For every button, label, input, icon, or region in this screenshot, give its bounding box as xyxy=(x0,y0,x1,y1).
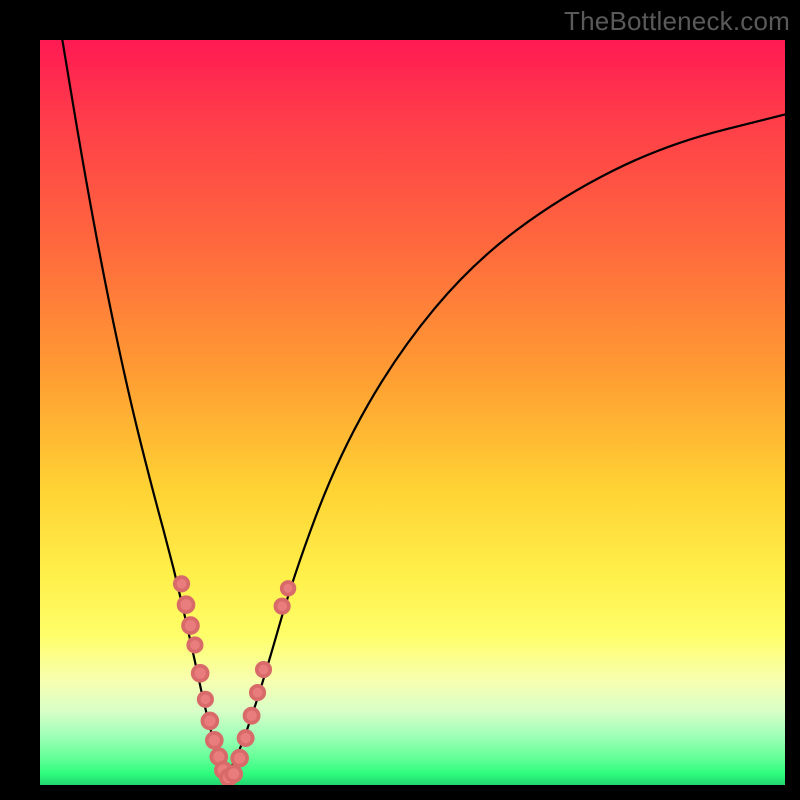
chart-frame: TheBottleneck.com xyxy=(0,0,800,800)
watermark-text: TheBottleneck.com xyxy=(564,6,790,37)
plot-area xyxy=(40,40,785,785)
